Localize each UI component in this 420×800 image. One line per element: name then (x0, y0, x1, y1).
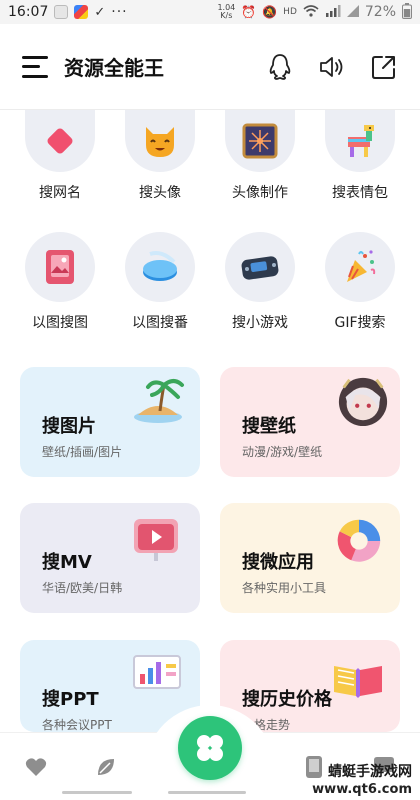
check-icon: ✓ (94, 4, 106, 20)
grid-item-reverse-image-search[interactable]: 以图搜图 (15, 232, 105, 332)
grid-label: 头像制作 (232, 185, 288, 201)
grid-item-gif-search[interactable]: GIF搜索 (315, 232, 405, 332)
notification-colorful-icon (74, 5, 89, 19)
anime-avatar-icon (338, 377, 388, 427)
card-subtitle: 壁纸/插画/图片 (42, 445, 123, 459)
card-search-mini-apps[interactable]: 搜微应用 各种实用小工具 (220, 503, 400, 613)
menu-icon[interactable] (22, 55, 48, 78)
app-header: 资源全能王 (0, 24, 420, 110)
wifi-icon (303, 4, 319, 20)
grid-item-search-nickname[interactable]: 搜网名 (15, 110, 105, 202)
qq-icon[interactable] (266, 53, 294, 81)
grid-label: 搜表情包 (332, 185, 388, 201)
share-icon[interactable] (370, 53, 398, 81)
battery-percent: 72% (364, 4, 396, 20)
grid-label: 搜头像 (139, 185, 181, 201)
card-title: 搜MV (42, 552, 92, 573)
network-type: HD (283, 7, 297, 17)
card-subtitle: 华语/欧美/日韩 (42, 581, 123, 595)
grid-label: 以图搜番 (132, 315, 188, 331)
card-title: 搜历史价格 (242, 689, 332, 710)
gesture-bar-right (168, 791, 246, 794)
pinata-icon (348, 125, 374, 157)
card-subtitle: 各种会议PPT (42, 718, 112, 732)
app-title: 资源全能王 (64, 56, 164, 80)
watermark-url: www.qt6.com (312, 782, 412, 797)
card-title: 搜PPT (42, 689, 99, 710)
grid-row-2: 以图搜图 以图搜番 搜小游戏 GIF搜索 (0, 232, 420, 332)
network-speed-unit: K/s (220, 11, 233, 20)
card-title: 搜图片 (42, 416, 96, 437)
clover-home-button[interactable] (178, 716, 242, 780)
grid-item-avatar-maker[interactable]: 头像制作 (215, 110, 305, 202)
notification-app-icon (54, 5, 69, 19)
status-bar: 16:07 ✓ ··· 1.04 K/s ⏰ 🔕 HD 72% (0, 0, 420, 24)
alarm-icon: ⏰ (241, 5, 257, 19)
video-play-icon (134, 519, 178, 561)
grid-item-search-avatar[interactable]: 搜头像 (115, 110, 205, 202)
more-notifications-icon: ··· (111, 4, 128, 20)
card-subtitle: 动漫/游戏/壁纸 (242, 445, 323, 459)
island-icon (134, 379, 184, 423)
pie-chart-icon (337, 519, 381, 562)
grid-row-1: 搜网名 搜头像 头像制作 搜表情包 (0, 110, 420, 202)
presentation-board-icon (133, 655, 181, 689)
red-diamond-icon (47, 128, 73, 154)
watermark-brand: 蜻蜓手游戏网 (328, 764, 412, 780)
leaf-icon[interactable] (94, 755, 118, 779)
card-search-mv[interactable]: 搜MV 华语/欧美/日韩 (20, 503, 200, 613)
heart-icon[interactable] (24, 755, 48, 779)
mute-icon: 🔕 (262, 5, 278, 19)
status-time: 16:07 (8, 4, 49, 20)
watermark-logo: 蜻蜓手游戏网 www.qt6.com (312, 764, 412, 798)
grid-label: GIF搜索 (334, 315, 386, 331)
card-search-images[interactable]: 搜图片 壁纸/插画/图片 (20, 367, 200, 477)
grid-label: 以图搜图 (32, 315, 88, 331)
battery-icon (402, 2, 412, 22)
sparkle-frame-icon (242, 123, 278, 159)
card-title: 搜微应用 (242, 552, 314, 573)
gesture-bar-left (62, 791, 132, 794)
signal-icon (325, 4, 341, 20)
network-speed: 1.04 K/s (217, 4, 235, 20)
card-subtitle: 各种实用小工具 (242, 581, 327, 595)
grid-item-search-anime-by-image[interactable]: 以图搜番 (115, 232, 205, 332)
speaker-icon[interactable] (318, 53, 346, 81)
card-search-wallpapers[interactable]: 搜壁纸 动漫/游戏/壁纸 (220, 367, 400, 477)
grid-item-search-stickers[interactable]: 搜表情包 (315, 110, 405, 202)
card-title: 搜壁纸 (242, 416, 296, 437)
signal-icon-2 (346, 4, 359, 20)
grid-label: 搜网名 (39, 185, 81, 201)
party-popper-icon (347, 250, 376, 282)
cat-face-icon (146, 127, 174, 157)
photo-frame-icon (46, 250, 74, 284)
grid-item-search-mini-games[interactable]: 搜小游戏 (215, 232, 305, 332)
open-book-icon (334, 666, 382, 698)
grid-label: 搜小游戏 (232, 315, 288, 331)
gamepad-icon (241, 256, 279, 280)
blue-disc-icon (143, 251, 177, 281)
clover-icon (197, 735, 223, 761)
